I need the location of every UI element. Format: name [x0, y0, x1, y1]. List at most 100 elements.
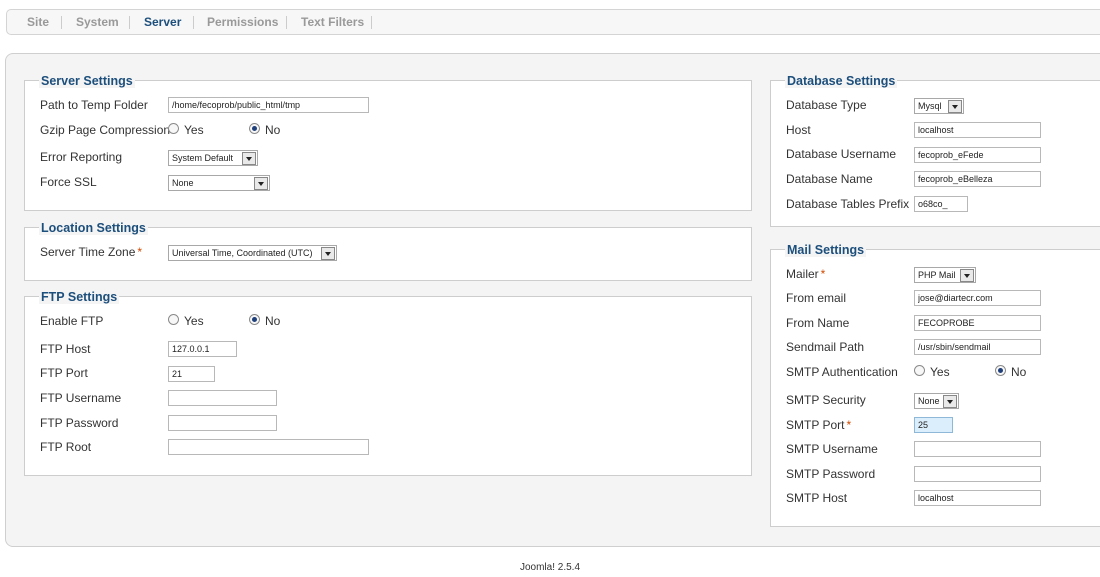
tab-text-filters[interactable]: Text Filters — [301, 10, 364, 34]
smtp-auth-no-radio[interactable] — [995, 365, 1006, 376]
mailer-value: PHP Mail — [918, 270, 956, 280]
from-email-label: From email — [786, 291, 847, 305]
tab-site[interactable]: Site — [27, 10, 49, 34]
smtp-host-input[interactable] — [914, 490, 1041, 506]
tab-server[interactable]: Server — [144, 10, 181, 34]
chevron-down-icon — [943, 395, 957, 408]
mailer-label: Mailer * — [786, 267, 825, 281]
tab-divider — [129, 16, 130, 29]
temp-folder-label: Path to Temp Folder — [40, 98, 148, 112]
gzip-label: Gzip Page Compression — [40, 123, 171, 137]
ftp-settings-legend: FTP Settings — [39, 290, 120, 304]
timezone-label-text: Server Time Zone — [40, 245, 136, 259]
smtp-auth-yes-radio[interactable] — [914, 365, 925, 376]
db-type-label: Database Type — [786, 98, 867, 112]
smtp-security-value: None — [918, 396, 940, 406]
enable-ftp-yes-radio[interactable] — [168, 314, 179, 325]
chevron-down-icon — [948, 100, 962, 113]
timezone-label: Server Time Zone * — [40, 245, 142, 259]
chevron-down-icon — [960, 269, 974, 282]
smtp-host-label: SMTP Host — [786, 491, 848, 505]
db-prefix-input[interactable] — [914, 196, 968, 212]
required-marker: * — [846, 418, 852, 432]
from-name-label: From Name — [786, 316, 850, 330]
gzip-yes-radio[interactable] — [168, 123, 179, 134]
mailer-label-text: Mailer — [786, 267, 819, 281]
ftp-port-label: FTP Port — [40, 366, 88, 380]
smtp-port-input[interactable] — [914, 417, 953, 433]
db-username-label: Database Username — [786, 147, 897, 161]
timezone-select[interactable]: Universal Time, Coordinated (UTC) — [168, 245, 337, 261]
footer-version: Joomla! 2.5.4 — [519, 562, 581, 573]
gzip-no-label: No — [265, 123, 281, 137]
ftp-password-input[interactable] — [168, 415, 277, 431]
db-type-select[interactable]: Mysql — [914, 98, 964, 114]
smtp-auth-yes-label: Yes — [930, 365, 950, 379]
force-ssl-value: None — [172, 178, 194, 188]
timezone-value: Universal Time, Coordinated (UTC) — [172, 248, 313, 258]
chevron-down-icon — [254, 177, 268, 190]
error-reporting-select[interactable]: System Default — [168, 150, 258, 166]
required-marker: * — [137, 245, 143, 259]
force-ssl-label: Force SSL — [40, 175, 97, 189]
tab-divider — [61, 16, 62, 29]
smtp-username-input[interactable] — [914, 441, 1041, 457]
ftp-host-input[interactable] — [168, 341, 237, 357]
smtp-auth-no-label: No — [1011, 365, 1027, 379]
enable-ftp-label: Enable FTP — [40, 314, 104, 328]
server-settings-legend: Server Settings — [39, 74, 135, 88]
ftp-host-label: FTP Host — [40, 342, 91, 356]
gzip-yes-label: Yes — [184, 123, 204, 137]
tab-divider — [371, 16, 372, 29]
ftp-root-input[interactable] — [168, 439, 369, 455]
force-ssl-select[interactable]: None — [168, 175, 270, 191]
smtp-password-input[interactable] — [914, 466, 1041, 482]
tab-divider — [193, 16, 194, 29]
server-settings-fieldset: Server Settings Path to Temp Folder Gzip… — [24, 74, 752, 211]
tab-divider — [286, 16, 287, 29]
database-settings-fieldset: Database Settings Database Type Mysql Ho… — [770, 74, 1100, 227]
ftp-root-label: FTP Root — [40, 440, 92, 454]
temp-folder-input[interactable] — [168, 97, 369, 113]
smtp-username-label: SMTP Username — [786, 442, 878, 456]
ftp-port-input[interactable] — [168, 366, 215, 382]
mailer-select[interactable]: PHP Mail — [914, 267, 976, 283]
db-name-input[interactable] — [914, 171, 1041, 187]
smtp-auth-label: SMTP Authentication — [786, 365, 898, 379]
mail-settings-legend: Mail Settings — [785, 243, 867, 257]
tab-bar: Site System Server Permissions Text Filt… — [6, 9, 1100, 35]
db-username-input[interactable] — [914, 147, 1041, 163]
smtp-password-label: SMTP Password — [786, 467, 876, 481]
mail-settings-fieldset: Mail Settings Mailer * PHP Mail From emai… — [770, 243, 1100, 527]
from-email-input[interactable] — [914, 290, 1041, 306]
smtp-port-label-text: SMTP Port — [786, 418, 845, 432]
db-type-value: Mysql — [918, 101, 942, 111]
chevron-down-icon — [321, 247, 335, 260]
gzip-no-radio[interactable] — [249, 123, 260, 134]
enable-ftp-yes-label: Yes — [184, 314, 204, 328]
sendmail-input[interactable] — [914, 339, 1041, 355]
ftp-username-label: FTP Username — [40, 391, 122, 405]
settings-panel: Server Settings Path to Temp Folder Gzip… — [5, 53, 1100, 547]
error-reporting-value: System Default — [172, 153, 234, 163]
tab-permissions[interactable]: Permissions — [207, 10, 278, 34]
location-settings-fieldset: Location Settings Server Time Zone * Univ… — [24, 221, 752, 281]
smtp-security-label: SMTP Security — [786, 393, 866, 407]
db-name-label: Database Name — [786, 172, 873, 186]
db-host-label: Host — [786, 123, 811, 137]
enable-ftp-no-radio[interactable] — [249, 314, 260, 325]
database-settings-legend: Database Settings — [785, 74, 898, 88]
smtp-security-select[interactable]: None — [914, 393, 959, 409]
db-prefix-label: Database Tables Prefix — [786, 197, 910, 211]
ftp-password-label: FTP Password — [40, 416, 119, 430]
ftp-settings-fieldset: FTP Settings Enable FTP Yes No FTP Host … — [24, 290, 752, 476]
enable-ftp-no-label: No — [265, 314, 281, 328]
location-settings-legend: Location Settings — [39, 221, 148, 235]
smtp-port-label: SMTP Port * — [786, 418, 851, 432]
db-host-input[interactable] — [914, 122, 1041, 138]
tab-system[interactable]: System — [76, 10, 119, 34]
ftp-username-input[interactable] — [168, 390, 277, 406]
from-name-input[interactable] — [914, 315, 1041, 331]
chevron-down-icon — [242, 152, 256, 165]
required-marker: * — [820, 267, 826, 281]
